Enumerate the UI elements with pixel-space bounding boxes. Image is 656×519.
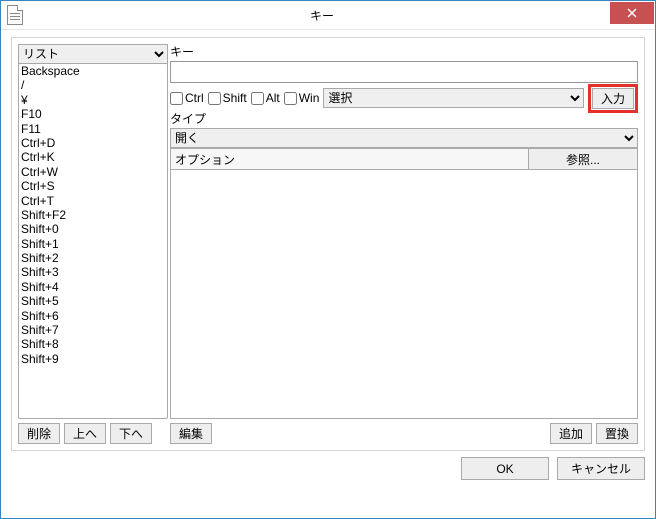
main-group: リスト Backspace/¥F10F11Ctrl+DCtrl+KCtrl+WC…	[11, 37, 645, 451]
option-label: オプション	[170, 148, 528, 170]
key-label: キー	[170, 44, 638, 61]
shift-checkbox[interactable]	[208, 92, 221, 105]
dialog-buttons: OK キャンセル	[11, 457, 645, 480]
option-textarea[interactable]	[170, 169, 638, 419]
left-column: リスト Backspace/¥F10F11Ctrl+DCtrl+KCtrl+WC…	[18, 44, 168, 444]
key-list-item[interactable]: Shift+2	[19, 251, 167, 265]
ctrl-checkbox[interactable]	[170, 92, 183, 105]
key-list-item[interactable]: Ctrl+T	[19, 194, 167, 208]
move-down-button[interactable]: 下へ	[110, 423, 152, 444]
close-button[interactable]	[610, 2, 654, 24]
modifier-row: Ctrl Shift Alt Win 選択 入力	[170, 85, 638, 111]
key-list-item[interactable]: Shift+3	[19, 265, 167, 279]
key-list-item[interactable]: Shift+6	[19, 309, 167, 323]
key-list-item[interactable]: Backspace	[19, 64, 167, 78]
input-button-highlight: 入力	[588, 84, 638, 113]
browse-button[interactable]: 参照...	[528, 148, 638, 170]
alt-checkbox[interactable]	[251, 92, 264, 105]
shift-checkbox-label[interactable]: Shift	[208, 91, 247, 105]
key-list-item[interactable]: Ctrl+S	[19, 179, 167, 193]
key-list-item[interactable]: Shift+7	[19, 323, 167, 337]
edit-button[interactable]: 編集	[170, 423, 212, 444]
type-label: タイプ	[170, 111, 638, 128]
key-list-item[interactable]: Ctrl+W	[19, 165, 167, 179]
content-area: リスト Backspace/¥F10F11Ctrl+DCtrl+KCtrl+WC…	[11, 37, 645, 508]
key-list-item[interactable]: Shift+4	[19, 280, 167, 294]
key-list-item[interactable]: /	[19, 78, 167, 92]
key-list-item[interactable]: Shift+8	[19, 337, 167, 351]
key-list[interactable]: Backspace/¥F10F11Ctrl+DCtrl+KCtrl+WCtrl+…	[18, 63, 168, 419]
key-list-item[interactable]: Shift+F2	[19, 208, 167, 222]
modifier-select[interactable]: 選択	[323, 88, 584, 108]
key-list-item[interactable]: F10	[19, 107, 167, 121]
window-title: キー	[29, 7, 655, 24]
win-checkbox[interactable]	[284, 92, 297, 105]
key-list-item[interactable]: ¥	[19, 93, 167, 107]
document-icon	[7, 5, 23, 25]
key-list-item[interactable]: Shift+1	[19, 237, 167, 251]
move-up-button[interactable]: 上へ	[64, 423, 106, 444]
key-list-item[interactable]: Shift+9	[19, 352, 167, 366]
key-list-item[interactable]: Shift+0	[19, 222, 167, 236]
win-checkbox-label[interactable]: Win	[284, 91, 320, 105]
input-button[interactable]: 入力	[592, 88, 634, 109]
list-type-select[interactable]: リスト	[18, 44, 168, 64]
right-column: キー Ctrl Shift Alt Win 選択 入力 タイプ 開く	[170, 44, 638, 444]
key-list-item[interactable]: Ctrl+D	[19, 136, 167, 150]
key-list-item[interactable]: Ctrl+K	[19, 150, 167, 164]
cancel-button[interactable]: キャンセル	[557, 457, 645, 480]
type-select[interactable]: 開く	[170, 128, 638, 148]
replace-button[interactable]: 置換	[596, 423, 638, 444]
titlebar: キー	[1, 1, 655, 30]
key-list-item[interactable]: F11	[19, 122, 167, 136]
add-button[interactable]: 追加	[550, 423, 592, 444]
delete-button[interactable]: 削除	[18, 423, 60, 444]
key-list-item[interactable]: Shift+5	[19, 294, 167, 308]
ok-button[interactable]: OK	[461, 457, 549, 480]
key-input[interactable]	[170, 61, 638, 83]
ctrl-checkbox-label[interactable]: Ctrl	[170, 91, 204, 105]
alt-checkbox-label[interactable]: Alt	[251, 91, 280, 105]
